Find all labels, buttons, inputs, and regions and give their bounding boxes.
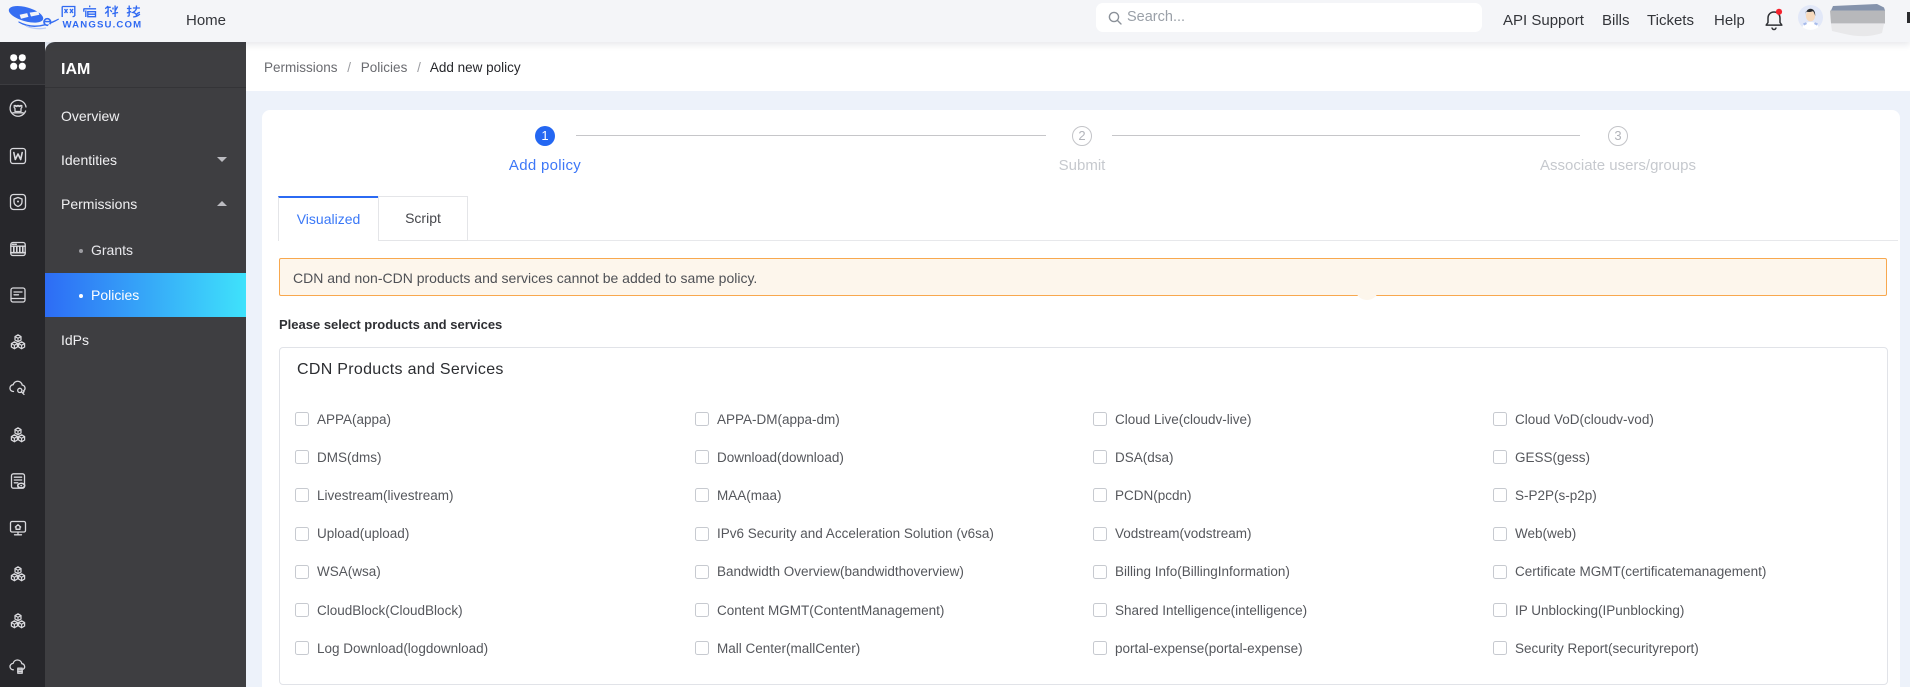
svg-text:WANGSU.COM: WANGSU.COM bbox=[63, 20, 143, 31]
